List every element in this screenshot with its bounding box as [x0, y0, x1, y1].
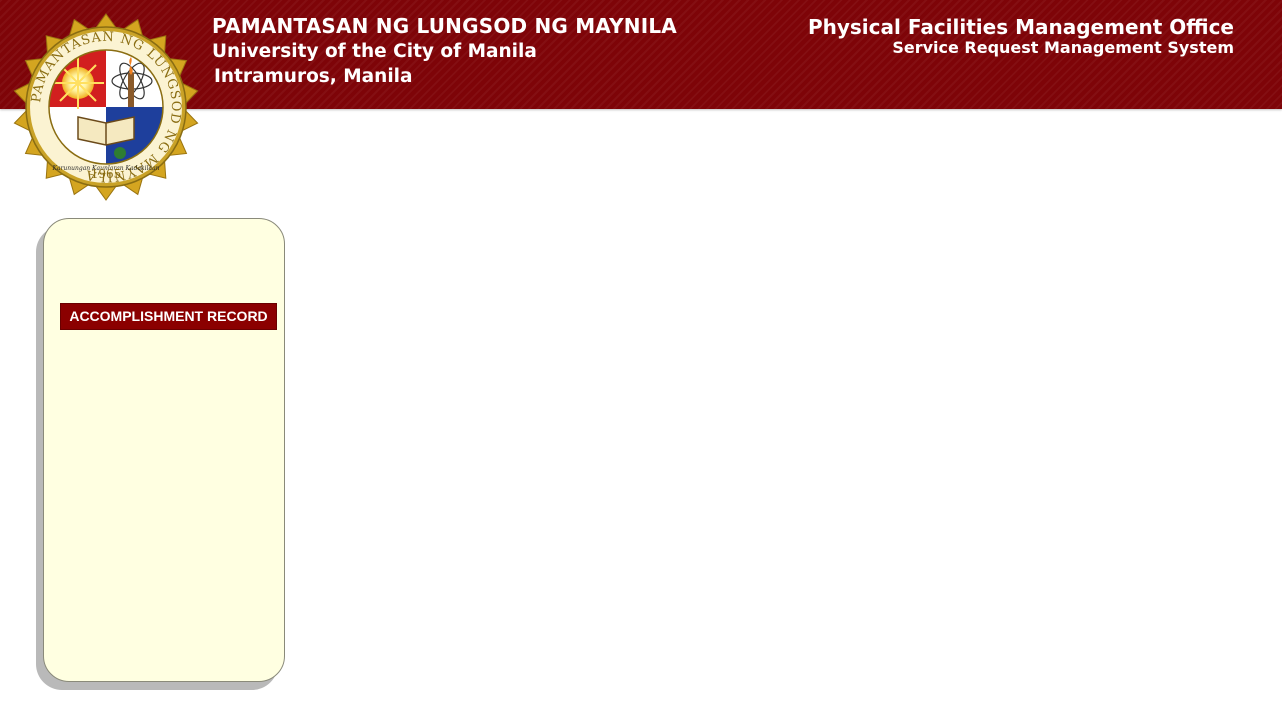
seal-year: 1965 — [91, 167, 122, 181]
system-name: Service Request Management System — [892, 38, 1234, 57]
office-name: Physical Facilities Management Office — [807, 15, 1234, 39]
university-name: PAMANTASAN NG LUNGSOD NG MAYNILA — [212, 14, 677, 38]
office-title-block: Physical Facilities Management Office Se… — [808, 15, 1234, 56]
university-location: Intramuros, Manila — [214, 66, 413, 87]
university-seal-logo: PAMANTASAN NG LUNGSOD NG MAYNILA Karunun… — [13, 13, 199, 201]
page: PAMANTASAN NG LUNGSOD NG MAYNILA Univers… — [0, 0, 1282, 724]
university-english-name: University of the City of Manila — [212, 41, 537, 62]
university-title-block: PAMANTASAN NG LUNGSOD NG MAYNILA Univers… — [212, 14, 677, 89]
accomplishment-record-button[interactable]: ACCOMPLISHMENT RECORD — [61, 304, 276, 329]
sidebar-panel — [43, 218, 285, 682]
